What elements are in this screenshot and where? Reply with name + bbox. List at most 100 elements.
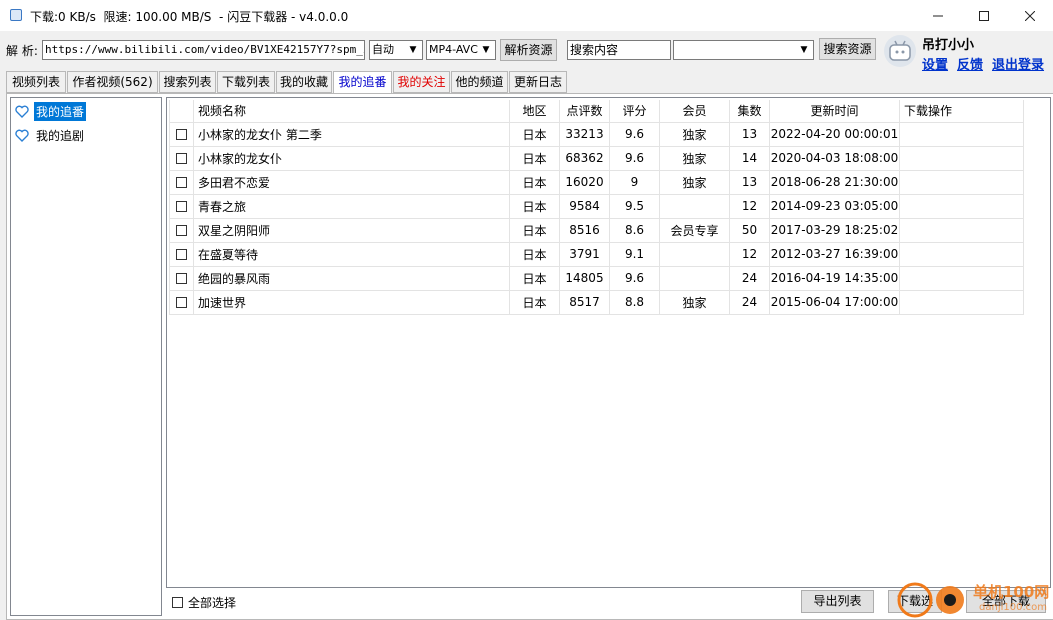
row-checkbox[interactable]	[176, 153, 187, 164]
table-row[interactable]: 绝园的暴风雨 日本 14805 9.6 24 2016-04-19 14:35:…	[169, 265, 1024, 291]
column-header[interactable]: 视频名称	[193, 100, 510, 123]
table-row[interactable]: 双星之阴阳师 日本 8516 8.6 会员专享 50 2017-03-29 18…	[169, 217, 1024, 243]
export-button[interactable]: 导出列表	[801, 590, 874, 613]
table-row[interactable]: 加速世界 日本 8517 8.8 独家 24 2015-06-04 17:00:…	[169, 289, 1024, 315]
cell-region: 日本	[509, 265, 560, 291]
avatar	[884, 35, 916, 67]
settings-link[interactable]: 设置	[922, 54, 948, 73]
cell-score: 8.6	[609, 217, 660, 243]
cell-action[interactable]	[899, 289, 1024, 315]
table-row[interactable]: 青春之旅 日本 9584 9.5 12 2014-09-23 03:05:00	[169, 193, 1024, 219]
row-select[interactable]	[169, 217, 194, 243]
tab-my-anime[interactable]: 我的追番	[333, 71, 392, 94]
mode-select[interactable]: 自动 ▼	[369, 40, 423, 60]
parse-label: 解 析:	[6, 44, 38, 58]
cell-vip: 独家	[659, 121, 730, 147]
tab-author-videos[interactable]: 作者视频(562)	[67, 71, 158, 93]
cell-region: 日本	[509, 121, 560, 147]
cell-action[interactable]	[899, 193, 1024, 219]
cell-name: 双星之阴阳师	[193, 217, 510, 243]
cell-reviews: 33213	[559, 121, 610, 147]
tab-changelog[interactable]: 更新日志	[509, 71, 567, 93]
cell-name: 多田君不恋爱	[193, 169, 510, 195]
search-type-select[interactable]: ▼	[673, 40, 814, 60]
cell-vip	[659, 241, 730, 267]
cell-region: 日本	[509, 289, 560, 315]
column-header[interactable]: 下载操作	[899, 100, 1024, 123]
feedback-link[interactable]: 反馈	[957, 54, 983, 73]
row-select[interactable]	[169, 169, 194, 195]
cell-action[interactable]	[899, 145, 1024, 171]
cell-action[interactable]	[899, 121, 1024, 147]
row-select[interactable]	[169, 265, 194, 291]
cell-name: 青春之旅	[193, 193, 510, 219]
logout-link[interactable]: 退出登录	[992, 54, 1044, 73]
parse-button[interactable]: 解析资源	[500, 39, 557, 61]
cell-action[interactable]	[899, 217, 1024, 243]
table-row[interactable]: 小林家的龙女仆 日本 68362 9.6 独家 14 2020-04-03 18…	[169, 145, 1024, 171]
tab-channel[interactable]: 他的频道	[451, 71, 508, 93]
row-checkbox[interactable]	[176, 249, 187, 260]
row-checkbox[interactable]	[176, 225, 187, 236]
column-header[interactable]: 集数	[729, 100, 770, 123]
cell-name: 在盛夏等待	[193, 241, 510, 267]
row-select[interactable]	[169, 145, 194, 171]
row-checkbox[interactable]	[176, 297, 187, 308]
search-button[interactable]: 搜索资源	[819, 38, 876, 60]
cell-episodes: 24	[729, 265, 770, 291]
close-icon	[1025, 10, 1035, 21]
column-header[interactable]: 评分	[609, 100, 660, 123]
search-input[interactable]: 搜索内容	[567, 40, 671, 60]
cell-updated: 2017-03-29 18:25:02	[769, 217, 900, 243]
row-select[interactable]	[169, 241, 194, 267]
table-row[interactable]: 小林家的龙女仆 第二季 日本 33213 9.6 独家 13 2022-04-2…	[169, 121, 1024, 147]
cell-name: 小林家的龙女仆	[193, 145, 510, 171]
column-header-select	[169, 100, 194, 123]
tree-item-anime[interactable]: 我的追番	[15, 100, 87, 122]
tab-search-list[interactable]: 搜索列表	[159, 71, 216, 93]
cell-action[interactable]	[899, 169, 1024, 195]
cell-action[interactable]	[899, 265, 1024, 291]
heart-icon	[15, 128, 29, 142]
select-all-checkbox[interactable]: 全部选择	[172, 594, 236, 611]
column-header[interactable]: 更新时间	[769, 100, 900, 123]
row-checkbox[interactable]	[176, 177, 187, 188]
cell-vip: 独家	[659, 289, 730, 315]
app-icon	[10, 9, 22, 21]
cell-action[interactable]	[899, 241, 1024, 267]
tab-video-list[interactable]: 视频列表	[6, 71, 66, 93]
row-checkbox[interactable]	[176, 273, 187, 284]
cell-score: 9	[609, 169, 660, 195]
cell-vip: 独家	[659, 169, 730, 195]
maximize-button[interactable]	[961, 0, 1007, 31]
cell-reviews: 14805	[559, 265, 610, 291]
watermark-text: 单机100网	[973, 583, 1050, 601]
row-select[interactable]	[169, 121, 194, 147]
checkbox-icon	[172, 597, 183, 608]
cell-updated: 2022-04-20 00:00:01	[769, 121, 900, 147]
cell-score: 9.6	[609, 265, 660, 291]
row-select[interactable]	[169, 289, 194, 315]
table-row[interactable]: 多田君不恋爱 日本 16020 9 独家 13 2018-06-28 21:30…	[169, 169, 1024, 195]
column-header[interactable]: 地区	[509, 100, 560, 123]
format-select[interactable]: MP4-AVC ▼	[426, 40, 496, 60]
table-row[interactable]: 在盛夏等待 日本 3791 9.1 12 2012-03-27 16:39:00	[169, 241, 1024, 267]
column-header[interactable]: 会员	[659, 100, 730, 123]
cell-updated: 2016-04-19 14:35:00	[769, 265, 900, 291]
row-select[interactable]	[169, 193, 194, 219]
cell-updated: 2014-09-23 03:05:00	[769, 193, 900, 219]
heart-icon	[15, 104, 29, 118]
tree-item-drama[interactable]: 我的追剧	[15, 124, 86, 146]
close-button[interactable]	[1007, 0, 1053, 31]
tab-favorites[interactable]: 我的收藏	[276, 71, 332, 93]
url-input[interactable]: https://www.bilibili.com/video/BV1XE4215…	[42, 40, 365, 60]
cell-episodes: 50	[729, 217, 770, 243]
category-tree: 我的追番 我的追剧	[10, 97, 162, 616]
minimize-button[interactable]	[915, 0, 961, 31]
tab-download-list[interactable]: 下载列表	[217, 71, 275, 93]
row-checkbox[interactable]	[176, 201, 187, 212]
column-header[interactable]: 点评数	[559, 100, 610, 123]
tab-following[interactable]: 我的关注	[393, 71, 450, 93]
row-checkbox[interactable]	[176, 129, 187, 140]
video-table-container: 视频名称 地区 点评数 评分 会员 集数 更新时间 下载操作 小林家的龙女仆 第…	[166, 97, 1051, 588]
